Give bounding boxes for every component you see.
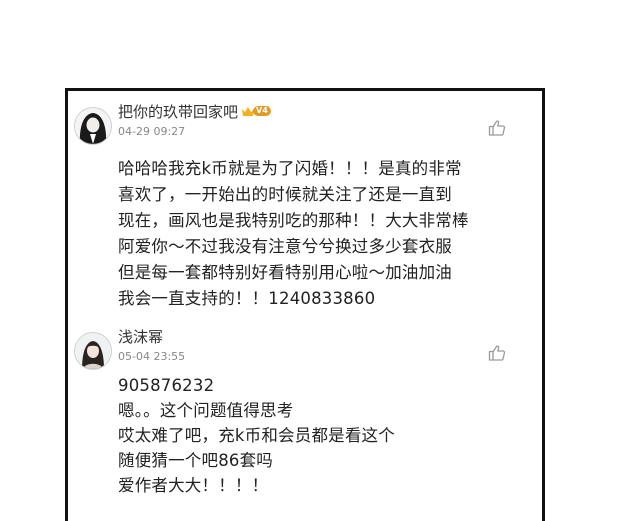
comment-line: 嗯。。这个问题值得思考 bbox=[118, 401, 294, 420]
comment-time: 05-04 23:55 bbox=[118, 350, 186, 363]
comment-line: 喜欢了，一开始出的时候就关注了还是一直到 bbox=[118, 185, 452, 204]
comment-text: 905876232 嗯。。这个问题值得思考 哎太难了吧，充k币和会员都是看这个 … bbox=[118, 373, 395, 498]
comment-line: 905876232 bbox=[118, 376, 215, 395]
thumbs-up-icon[interactable] bbox=[488, 344, 506, 362]
comment-time: 04-29 09:27 bbox=[118, 125, 186, 138]
comment-line: 但是每一套都特别好看特别用心啦～加油加油 bbox=[118, 263, 452, 282]
comment-line: 爱作者大大！！！！ bbox=[118, 476, 269, 495]
username[interactable]: 把你的玖带回家吧 V4 bbox=[118, 101, 271, 122]
vip-badge: V4 bbox=[253, 106, 271, 116]
username[interactable]: 浅沫幂 bbox=[118, 326, 163, 347]
comment-line: 阿爱你～不过我没有注意兮兮换过多少套衣服 bbox=[118, 237, 452, 256]
comment-panel: 把你的玖带回家吧 V4 04-29 09:27 哈哈哈我充k币就是为了闪婚！！！是… bbox=[65, 88, 545, 521]
username-text[interactable]: 把你的玖带回家吧 bbox=[118, 103, 238, 121]
comment-line: 随便猜一个吧86套吗 bbox=[118, 451, 273, 470]
thumbs-up-icon[interactable] bbox=[488, 119, 506, 137]
avatar[interactable] bbox=[74, 107, 112, 145]
avatar[interactable] bbox=[74, 332, 112, 370]
comment-text: 哈哈哈我充k币就是为了闪婚！！！是真的非常 喜欢了，一开始出的时候就关注了还是一… bbox=[118, 156, 469, 312]
comment-line: 哈哈哈我充k币就是为了闪婚！！！是真的非常 bbox=[118, 159, 462, 178]
username-text[interactable]: 浅沫幂 bbox=[118, 328, 163, 346]
comment-line: 我会一直支持的！！1240833860 bbox=[118, 289, 376, 308]
comment-line: 哎太难了吧，充k币和会员都是看这个 bbox=[118, 426, 395, 445]
comment-line: 现在，画风也是我特别吃的那种！！大大非常棒 bbox=[118, 211, 469, 230]
